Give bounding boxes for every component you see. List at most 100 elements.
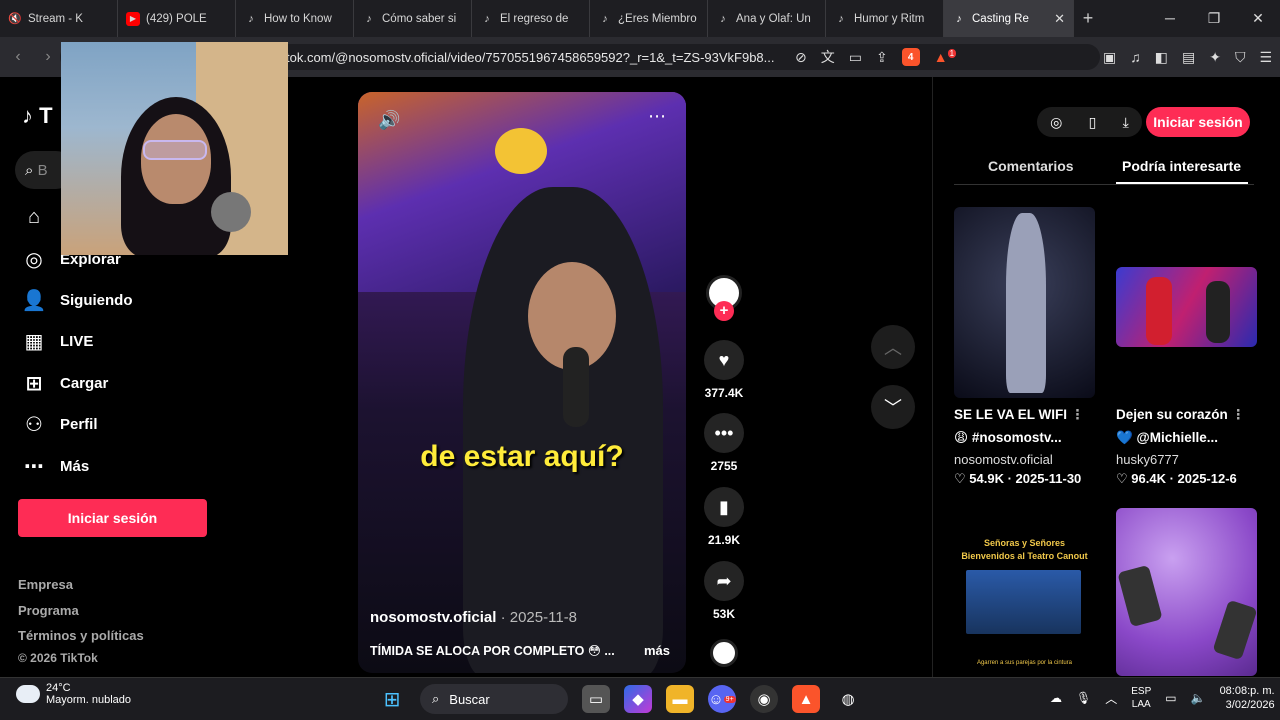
cast-icon[interactable]: ▭ <box>849 49 862 66</box>
footer-link[interactable]: Términos y políticas <box>18 628 144 643</box>
back-icon[interactable]: ‹ <box>8 48 28 66</box>
sidebar-item-perfil[interactable]: ⚇ Perfil <box>22 412 97 436</box>
creator-avatar[interactable]: + <box>700 275 748 321</box>
comment-button[interactable]: ••• 2755 <box>700 413 748 473</box>
more-icon: ⋯ <box>24 455 44 478</box>
video-thumbnail[interactable] <box>954 207 1095 398</box>
scroll-up-icon[interactable]: ︿ <box>871 325 915 369</box>
forward-icon[interactable]: › <box>38 48 58 66</box>
brave-browser-icon[interactable]: ▲ <box>792 685 820 713</box>
share-arrow-icon: ➦ <box>704 561 744 601</box>
mic-icon[interactable]: 🎙 <box>1076 691 1091 705</box>
leo-icon[interactable]: ✦ <box>1209 49 1221 66</box>
sidebar-item-live[interactable]: ▦ LIVE <box>22 329 94 353</box>
video-author[interactable]: nosomostv.oficial <box>954 452 1053 467</box>
toolbar-icons: ▣ ♫ ◧ ▤ ✦ ⛉ ☰ <box>1103 44 1272 70</box>
discord-icon[interactable]: ☺ 9+ <box>708 685 736 713</box>
video-thumbnail[interactable]: Señoras y Señores Bienvenidos al Teatro … <box>954 530 1095 676</box>
more-link[interactable]: más <box>644 643 670 658</box>
browser-tab[interactable]: ♪ Cómo saber si <box>354 0 472 37</box>
bookmark-icon: ▮ <box>704 487 744 527</box>
sidebar-item-cargar[interactable]: ⊞ Cargar <box>22 371 109 395</box>
video-title[interactable]: Dejen su corazón ⋮ <box>1116 407 1256 423</box>
browser-tab[interactable]: ♪ ¿Eres Miembro <box>590 0 708 37</box>
brave-rewards-icon[interactable]: ▲ 1 <box>934 49 957 65</box>
tiktok-icon: ♪ <box>838 12 844 25</box>
like-button[interactable]: ♥ 377.4K <box>700 340 748 400</box>
browser-tab-active[interactable]: ♪ Casting Re ✕ <box>944 0 1074 37</box>
language-indicator[interactable]: ESP LAA <box>1131 685 1151 711</box>
tab-comments[interactable]: Comentarios <box>988 158 1074 174</box>
m365-icon[interactable]: ◆ <box>624 685 652 713</box>
close-tab-icon[interactable]: ✕ <box>1054 11 1065 27</box>
heart-icon: ♥ <box>704 340 744 380</box>
speaker-icon[interactable]: 🔈 <box>1191 691 1206 705</box>
close-window-icon[interactable]: ✕ <box>1236 10 1280 27</box>
sound-disc[interactable] <box>700 639 748 667</box>
app-icon[interactable]: ◍ <box>834 685 862 713</box>
device-icon[interactable]: ▯ <box>1089 114 1097 131</box>
obs-icon[interactable]: ◉ <box>750 685 778 713</box>
browser-tab[interactable]: ♪ El regreso de <box>472 0 590 37</box>
browser-tab[interactable]: ♪ Humor y Ritm <box>826 0 944 37</box>
more-options-icon[interactable]: ⋯ <box>648 106 666 127</box>
top-login-button[interactable]: Iniciar sesión <box>1146 107 1250 137</box>
chevron-up-icon[interactable]: ︿ <box>1105 690 1117 707</box>
video-description: TÍMIDA SE ALOCA POR COMPLETO 😳 ... <box>370 644 615 658</box>
weather-widget[interactable]: 24°C Mayorm. nublado <box>16 682 131 706</box>
footer-link[interactable]: Empresa <box>18 577 73 592</box>
clock[interactable]: 08:08:p. m. 3/02/2026 <box>1220 684 1275 712</box>
youtube-icon: ▶ <box>126 11 140 26</box>
music-icon[interactable]: ♫ <box>1130 49 1141 65</box>
brave-shield-icon[interactable]: 4 <box>901 48 920 66</box>
reader-icon[interactable]: ▣ <box>1103 49 1116 66</box>
browser-tab[interactable]: ♪ How to Know <box>236 0 354 37</box>
comment-icon: ••• <box>704 413 744 453</box>
tiktok-logo[interactable]: ♪ T <box>22 103 53 129</box>
video-author[interactable]: husky6777 <box>1116 452 1179 467</box>
save-button[interactable]: ▮ 21.9K <box>700 487 748 547</box>
footer-link[interactable]: Programa <box>18 603 79 618</box>
task-view-icon[interactable]: ▭ <box>582 685 610 713</box>
login-button[interactable]: Iniciar sesión <box>18 499 207 537</box>
volume-icon[interactable]: 🔊 <box>378 110 400 131</box>
tab-interest[interactable]: Podría interesarte <box>1122 158 1241 174</box>
windows-start-icon[interactable]: ⊞ <box>378 685 406 713</box>
video-thumbnail[interactable] <box>1116 508 1257 676</box>
tiktok-icon: ♪ <box>366 12 372 25</box>
search-icon: ⌕ <box>432 691 440 706</box>
follow-plus-icon[interactable]: + <box>714 301 734 321</box>
explore-icon[interactable]: ◎ <box>1050 114 1062 131</box>
translate-icon[interactable]: 文 <box>821 47 835 67</box>
vpn-icon[interactable]: ⛉ <box>1235 49 1246 66</box>
browser-tab[interactable]: ♪ Ana y Olaf: Un <box>708 0 826 37</box>
taskbar-search[interactable]: ⌕ Buscar <box>420 684 568 714</box>
video-author[interactable]: nosomostv.oficial · 2025-11-8 <box>370 609 577 626</box>
more-options-icon[interactable]: ⋮ <box>1232 407 1246 422</box>
minimize-icon[interactable]: ─ <box>1148 10 1192 27</box>
share-icon[interactable]: ⇪ <box>876 49 888 66</box>
network-icon[interactable]: ▭ <box>1165 691 1176 705</box>
scroll-down-icon[interactable]: ﹀ <box>871 385 915 429</box>
video-thumbnail[interactable] <box>1116 267 1257 347</box>
sidebar-item-mas[interactable]: ⋯ Más <box>22 454 89 478</box>
wallet-icon[interactable]: ▤ <box>1182 49 1195 66</box>
tiktok-icon: ♪ <box>22 103 33 128</box>
no-tracking-icon[interactable]: ⊘ <box>795 49 807 66</box>
video-title[interactable]: SE LE VA EL WIFI ⋮ <box>954 407 1094 423</box>
video-caption: de estar aquí? <box>420 440 624 473</box>
maximize-icon[interactable]: ❐ <box>1192 10 1236 27</box>
new-tab-icon[interactable]: + <box>1074 8 1102 29</box>
browser-tab[interactable]: 🔇 Stream - K <box>0 0 118 37</box>
browser-tab[interactable]: ▶ (429) POLÉ <box>118 0 236 37</box>
video-player[interactable]: 🔊 ⋯ de estar aquí? nosomostv.oficial · 2… <box>358 92 686 673</box>
download-icon[interactable]: ⤓ <box>1123 114 1129 131</box>
share-button[interactable]: ➦ 53K <box>700 561 748 621</box>
home-icon[interactable]: ⌂ <box>22 205 46 229</box>
sidebar-icon[interactable]: ◧ <box>1155 49 1168 66</box>
more-options-icon[interactable]: ⋮ <box>1071 407 1085 422</box>
onedrive-icon[interactable]: ☁ <box>1050 691 1062 705</box>
file-explorer-icon[interactable]: ▬ <box>666 685 694 713</box>
menu-icon[interactable]: ☰ <box>1259 49 1272 66</box>
sidebar-item-siguiendo[interactable]: 👤 Siguiendo <box>22 288 133 312</box>
